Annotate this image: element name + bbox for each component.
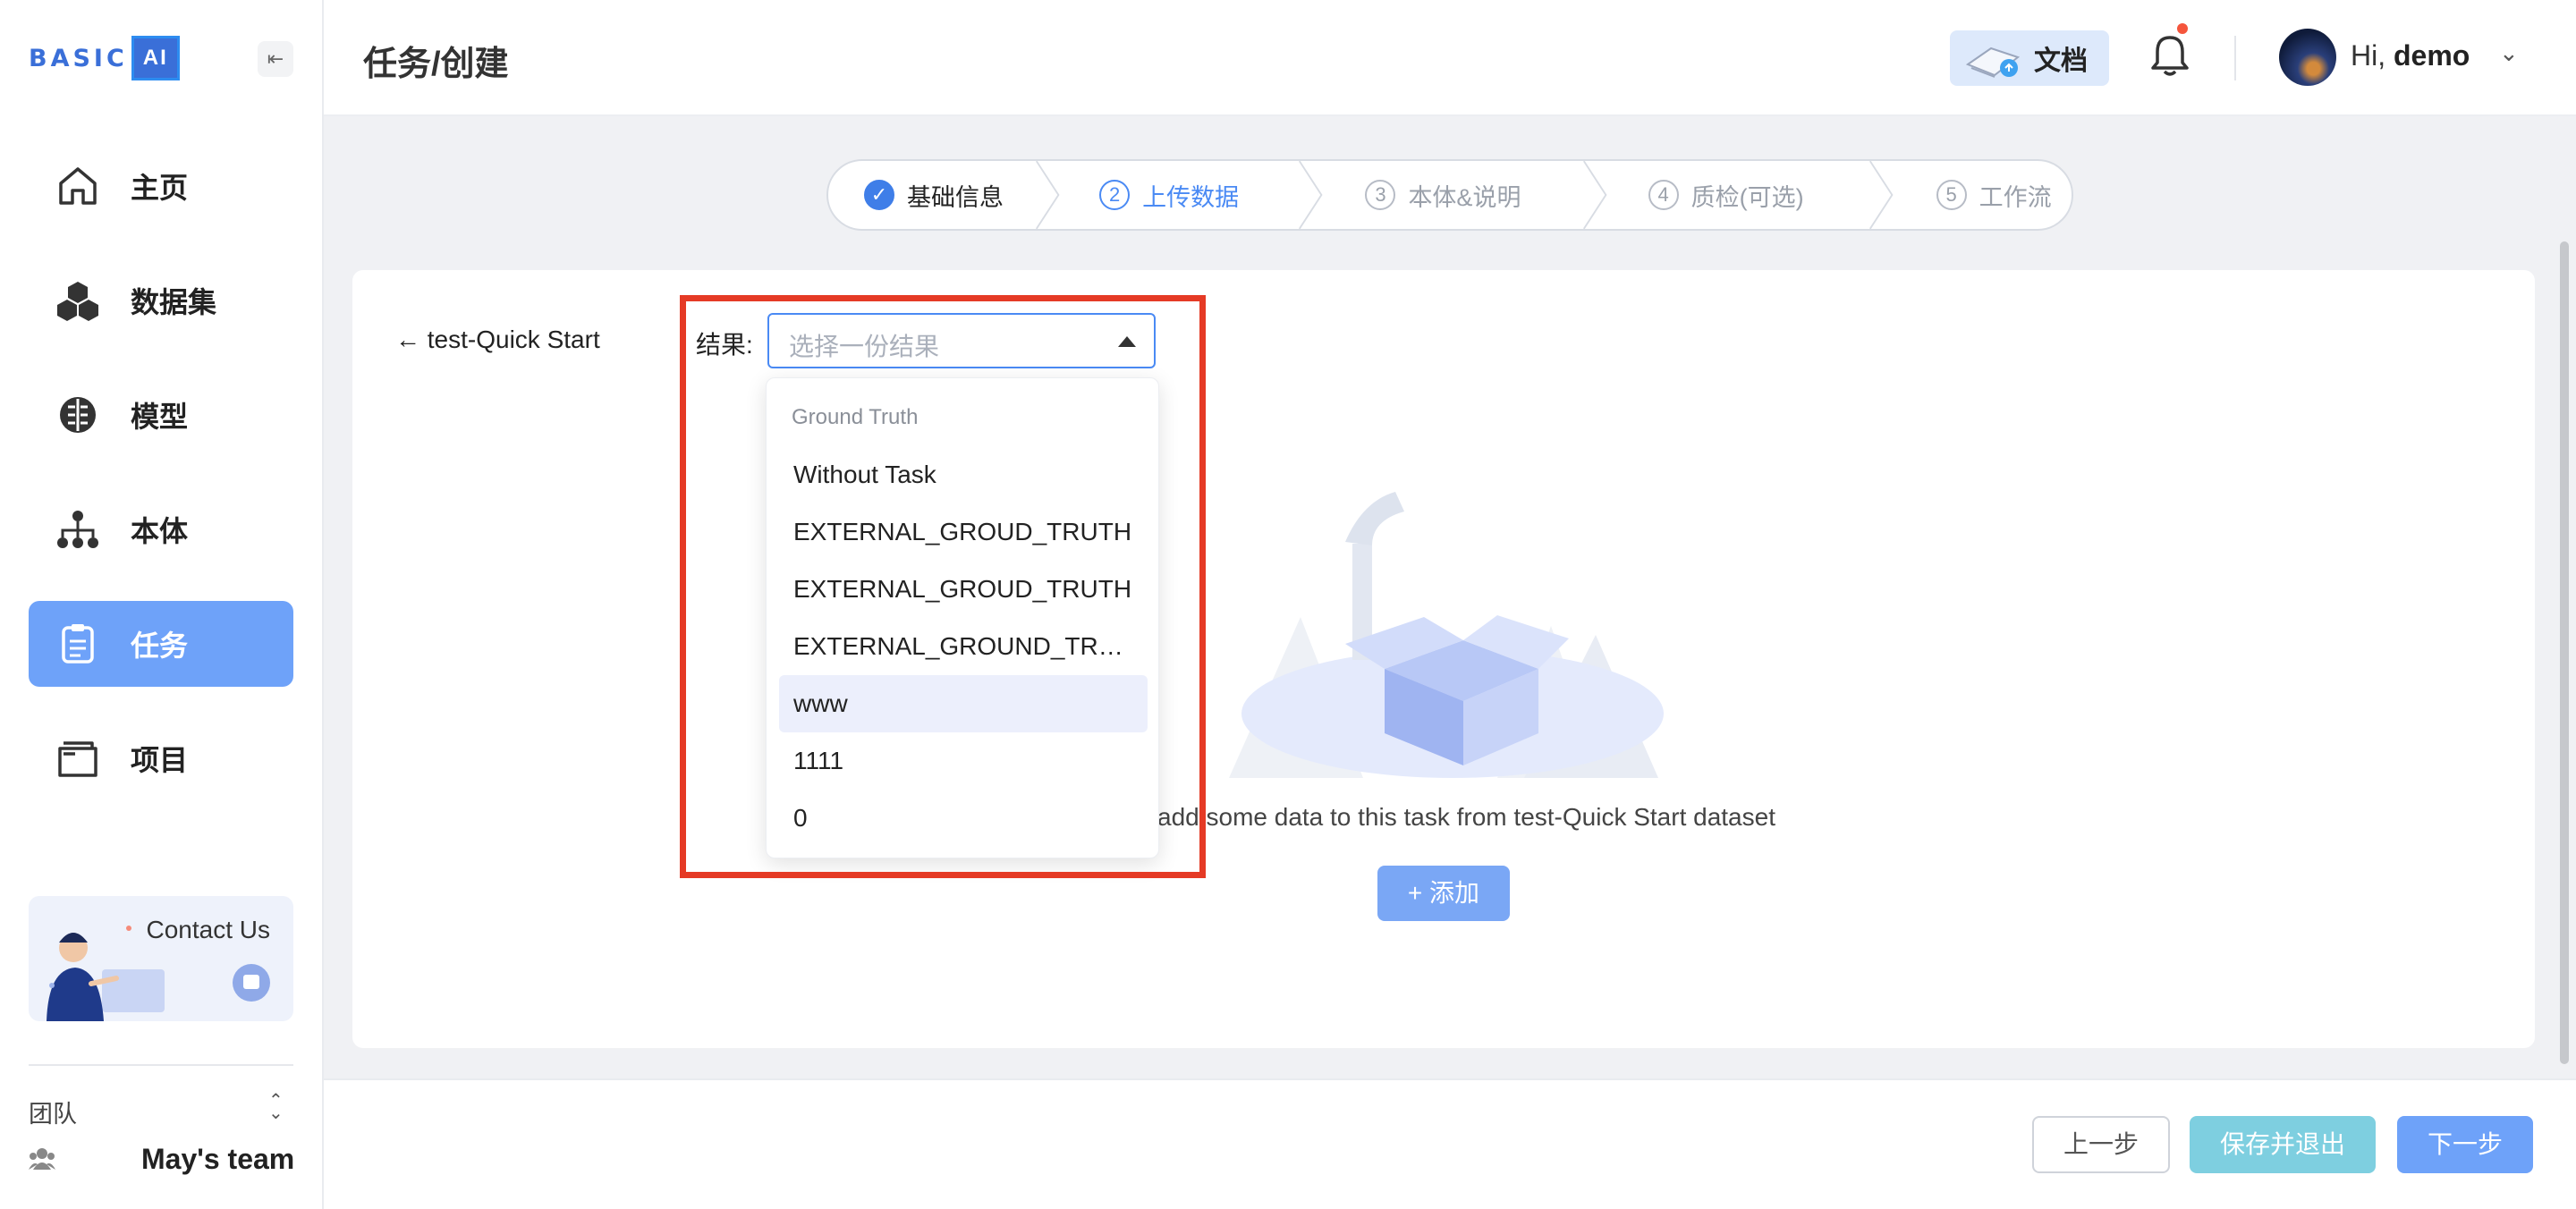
sidebar-item-label: 本体	[131, 515, 189, 547]
chevron-right-icon	[1582, 161, 1607, 229]
step-workflow[interactable]: 5 工作流	[1901, 161, 2072, 229]
logo[interactable]: BASIC AI	[29, 34, 180, 82]
annotation-highlight-box	[680, 295, 1206, 878]
arrow-left-icon: ←	[395, 326, 428, 353]
sidebar-item-projects[interactable]: 项目	[29, 715, 293, 801]
docs-button[interactable]: 文档	[1950, 30, 2109, 86]
book-icon	[1965, 46, 2021, 78]
sidebar-item-label: 任务	[131, 630, 189, 662]
divider	[2234, 36, 2236, 80]
step-number: 3	[1365, 180, 1396, 210]
save-and-exit-button[interactable]: 保存并退出	[2190, 1116, 2376, 1173]
avatar[interactable]	[2279, 29, 2336, 86]
back-label: test-Quick Start	[427, 326, 600, 353]
logo-text: BASIC	[29, 44, 128, 72]
chevron-down-icon[interactable]: ⌄	[2499, 39, 2519, 67]
step-label: 基础信息	[907, 183, 1004, 211]
step-number: 5	[1936, 180, 1967, 210]
step-upload-data[interactable]: 2 上传数据	[1067, 161, 1296, 229]
sidebar-item-label: 主页	[131, 172, 189, 204]
step-label: 工作流	[1979, 183, 2052, 211]
team-name[interactable]: May's team	[141, 1143, 294, 1176]
chevron-right-icon	[1868, 161, 1894, 229]
next-step-button[interactable]: 下一步	[2397, 1116, 2533, 1173]
sidebar-item-home[interactable]: 主页	[29, 143, 293, 229]
add-button[interactable]: + 添加	[1377, 866, 1510, 921]
empty-state-text: add some data to this task from test-Qui…	[1157, 803, 1775, 831]
bell-icon[interactable]	[2148, 32, 2191, 79]
cubes-icon	[54, 276, 102, 325]
chat-icon[interactable]	[233, 964, 270, 1002]
user-greeting[interactable]: Hi, demo	[2351, 39, 2470, 72]
footer-bar: 上一步 保存并退出 下一步	[324, 1078, 2576, 1209]
contact-us-card[interactable]: Contact Us	[29, 896, 293, 1021]
chevron-updown-icon[interactable]: ⌃ ⌄	[268, 1092, 284, 1122]
team-label: 团队	[29, 1101, 77, 1128]
sidebar-item-models[interactable]: 模型	[29, 372, 293, 458]
sidebar-item-label: 项目	[131, 744, 189, 776]
brain-icon	[54, 391, 102, 439]
top-header: 任务/创建 文档 Hi, demo ⌄	[324, 0, 2576, 116]
docs-label: 文档	[2034, 46, 2088, 76]
step-basic-info[interactable]: ✓ 基础信息	[828, 161, 1033, 229]
sidebar-item-ontology[interactable]: 本体	[29, 486, 293, 572]
step-quality-check[interactable]: 4 质检(可选)	[1614, 161, 1867, 229]
home-icon	[54, 162, 102, 210]
greeting-prefix: Hi,	[2351, 39, 2386, 72]
step-label: 本体&说明	[1408, 183, 1521, 211]
back-link[interactable]: ← test-Quick Start	[395, 326, 600, 354]
step-label: 上传数据	[1142, 183, 1240, 211]
clipboard-icon	[54, 620, 102, 668]
sidebar: BASIC AI ⇤ 主页 数据集 模型 本体 任务 项目 Contact Us…	[0, 0, 324, 1209]
sidebar-nav: 主页 数据集 模型 本体 任务 项目	[29, 143, 293, 830]
step-number: 2	[1099, 180, 1131, 210]
step-number: 4	[1648, 180, 1679, 210]
chevron-right-icon	[1036, 161, 1060, 229]
check-icon: ✓	[864, 180, 894, 210]
support-illustration	[47, 926, 165, 1021]
username: demo	[2394, 39, 2470, 72]
folder-icon	[54, 734, 102, 782]
empty-box-illustration	[1229, 492, 1664, 778]
collapse-icon[interactable]: ⇤	[258, 41, 293, 77]
sidebar-item-label: 数据集	[131, 286, 217, 318]
scrollbar[interactable]	[2560, 241, 2569, 1064]
sidebar-item-label: 模型	[131, 401, 189, 433]
step-ontology[interactable]: 3 本体&说明	[1329, 161, 1580, 229]
divider	[29, 1064, 293, 1066]
step-label: 质检(可选)	[1690, 183, 1804, 211]
team-icon	[29, 1146, 55, 1176]
step-progress: ✓ 基础信息 2 上传数据 3 本体&说明 4 质检(可选) 5 工作流	[826, 159, 2073, 231]
hierarchy-icon	[54, 505, 102, 554]
sidebar-item-tasks[interactable]: 任务	[29, 601, 293, 687]
previous-step-button[interactable]: 上一步	[2032, 1116, 2170, 1173]
notification-badge	[2177, 23, 2188, 34]
page-title: 任务/创建	[363, 46, 509, 83]
contact-us-label: Contact Us	[146, 916, 271, 943]
sidebar-item-datasets[interactable]: 数据集	[29, 258, 293, 343]
logo-ai-badge: AI	[131, 36, 180, 80]
chevron-right-icon	[1298, 161, 1323, 229]
